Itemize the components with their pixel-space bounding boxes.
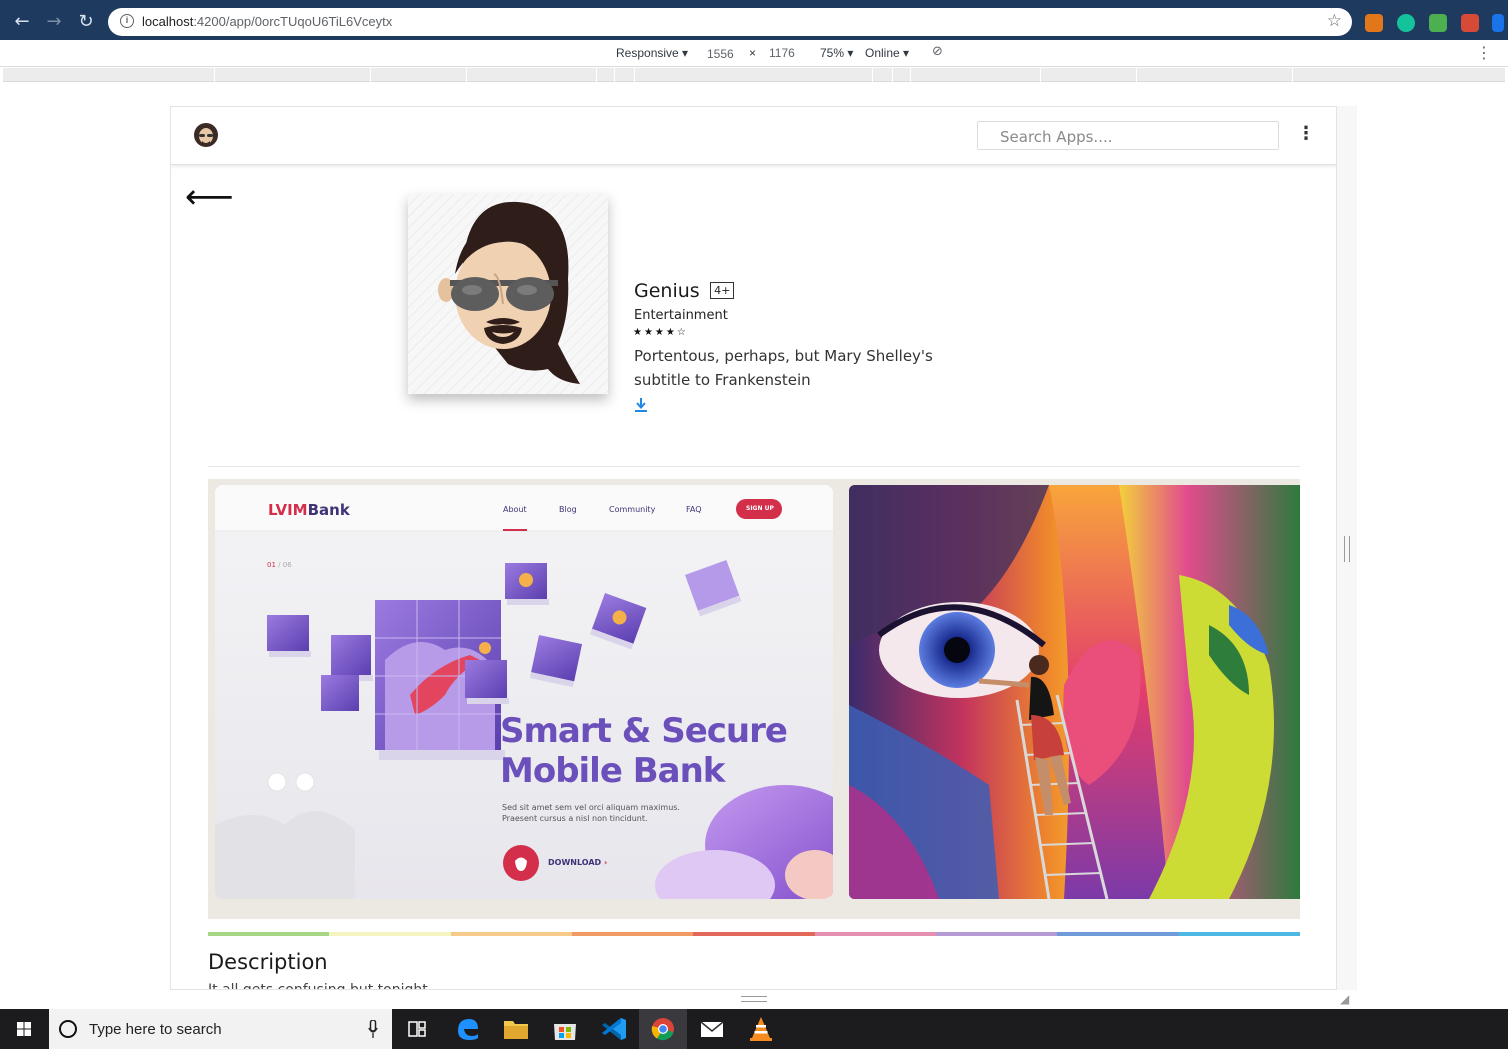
app-header: Search Apps.... ⋮ <box>171 107 1336 165</box>
bank-download-text: DOWNLOAD <box>548 858 602 867</box>
app-icon <box>408 194 608 394</box>
forward-nav-icon[interactable]: → <box>42 11 66 33</box>
rotate-icon[interactable]: ⊘ <box>932 44 943 59</box>
file-explorer-icon[interactable] <box>492 1009 540 1049</box>
bank-signup: SIGN UP <box>746 505 774 512</box>
bank-headline-line1: Smart & Secure <box>500 711 788 751</box>
taskbar-search-box[interactable]: Type here to search <box>49 1009 392 1049</box>
bank-illustration <box>215 485 833 899</box>
chrome-icon[interactable] <box>639 1009 687 1049</box>
devtools-more-icon[interactable]: ⋮ <box>1476 43 1492 62</box>
arrow-left-icon[interactable]: ⟵ <box>185 179 234 215</box>
profile-extension-icon[interactable] <box>1492 14 1504 32</box>
viewport-resize-handle-bottom[interactable] <box>741 996 767 1002</box>
dimension-separator: × <box>749 46 757 60</box>
download-icon[interactable] <box>634 397 648 413</box>
search-apps-input[interactable]: Search Apps.... <box>977 121 1279 150</box>
rainbow-divider <box>208 932 1300 936</box>
media-query-ruler[interactable] <box>3 68 1505 82</box>
address-bar[interactable]: i localhost:4200/app/0orcTUqoU6TiL6Vceyt… <box>108 8 1352 36</box>
app-description: Portentous, perhaps, but Mary Shelley's … <box>634 347 933 389</box>
app-category: Entertainment <box>634 308 728 323</box>
description-heading: Description <box>208 950 328 974</box>
bank-headline: Smart & Secure Mobile Bank <box>500 711 788 791</box>
bank-subtext-line2: Praesent cursus a nisl non tincidunt. <box>502 814 648 823</box>
microsoft-store-icon[interactable] <box>541 1009 589 1049</box>
url-path: :4200/app/0orcTUqoU6TiL6Vceytx <box>193 14 393 29</box>
bank-headline-line2: Mobile Bank <box>500 751 725 791</box>
bank-counter-current: 01 <box>267 561 276 569</box>
zoom-label: 75% <box>820 46 845 60</box>
network-label: Online <box>865 46 900 60</box>
metamask-extension-icon[interactable] <box>1365 14 1383 32</box>
cortana-icon <box>59 1020 77 1038</box>
device-mode-label: Responsive <box>616 46 679 60</box>
color-picker-extension-icon[interactable] <box>1429 14 1447 32</box>
bank-subtext: Sed sit amet sem vel orci aliquam maximu… <box>502 802 680 824</box>
edge-browser-icon[interactable] <box>444 1009 492 1049</box>
device-toolbar: Responsive ▾ 1556 × 1176 75% ▾ Online ▾ … <box>0 40 1508 67</box>
page-viewport: Search Apps.... ⋮ ⟵ Genius 4+ Entertainm… <box>170 106 1337 990</box>
device-mode-select[interactable]: Responsive ▾ <box>616 46 688 60</box>
section-divider <box>208 466 1300 467</box>
bank-nav-faq: FAQ <box>686 505 702 514</box>
windows-start-icon[interactable] <box>0 1009 48 1049</box>
bank-subtext-line1: Sed sit amet sem vel orci aliquam maximu… <box>502 803 680 812</box>
screenshot-painted-face[interactable] <box>849 485 1300 899</box>
logo-avatar-icon[interactable] <box>193 122 219 148</box>
painted-face-artwork <box>849 485 1300 899</box>
browser-toolbar: ← → ↻ i localhost:4200/app/0orcTUqoU6TiL… <box>0 5 1508 40</box>
bank-nav-about: About <box>503 505 527 514</box>
bookmark-star-icon[interactable]: ☆ <box>1327 11 1342 31</box>
app-title: Genius <box>634 280 700 302</box>
bank-download-label: DOWNLOAD › <box>548 858 608 867</box>
vlc-player-icon[interactable] <box>737 1009 785 1049</box>
genius-avatar-illustration <box>408 194 608 394</box>
site-info-icon[interactable]: i <box>120 14 134 28</box>
star-rating: ★★★★☆ <box>633 327 688 338</box>
screenshot-gallery[interactable]: LVIMBank About Blog Community FAQ SIGN U… <box>208 479 1300 919</box>
taskbar-search-placeholder: Type here to search <box>89 1021 222 1038</box>
viewport-resize-corner[interactable]: ◢ <box>1340 992 1354 1006</box>
zoom-select[interactable]: 75% ▾ <box>820 46 853 60</box>
bank-logo-dark: Bank <box>307 501 350 519</box>
app-title-row: Genius 4+ <box>634 280 735 302</box>
task-view-icon[interactable] <box>393 1009 441 1049</box>
vscode-icon[interactable] <box>590 1009 638 1049</box>
bank-slide-counter: 01 / 06 <box>267 561 292 569</box>
bank-nav-blog: Blog <box>559 505 577 514</box>
bank-logo: LVIMBank <box>268 501 350 519</box>
network-select[interactable]: Online ▾ <box>865 46 909 60</box>
description-body: It all gets confusing but tonight... <box>208 982 442 990</box>
microphone-icon[interactable] <box>368 1020 378 1038</box>
url-text[interactable]: localhost:4200/app/0orcTUqoU6TiL6Vceytx <box>142 14 392 29</box>
more-vert-icon[interactable]: ⋮ <box>1297 123 1315 144</box>
back-nav-icon[interactable]: ← <box>10 11 34 33</box>
bank-logo-red: LVIM <box>268 501 308 519</box>
mail-icon[interactable] <box>688 1009 736 1049</box>
windows-taskbar: Type here to search <box>0 1009 1508 1049</box>
bank-nav-community: Community <box>609 505 656 514</box>
url-host: localhost <box>142 14 194 29</box>
age-rating-badge: 4+ <box>710 282 735 299</box>
height-input[interactable]: 1176 <box>769 44 819 62</box>
reload-icon[interactable]: ↻ <box>74 11 98 33</box>
grammarly-extension-icon[interactable] <box>1397 14 1415 32</box>
bank-counter-total: / 06 <box>278 561 292 569</box>
angular-extension-icon[interactable] <box>1461 14 1479 32</box>
screenshot-bank-app[interactable]: LVIMBank About Blog Community FAQ SIGN U… <box>215 485 833 899</box>
viewport-resize-handle-right[interactable] <box>1344 536 1350 562</box>
